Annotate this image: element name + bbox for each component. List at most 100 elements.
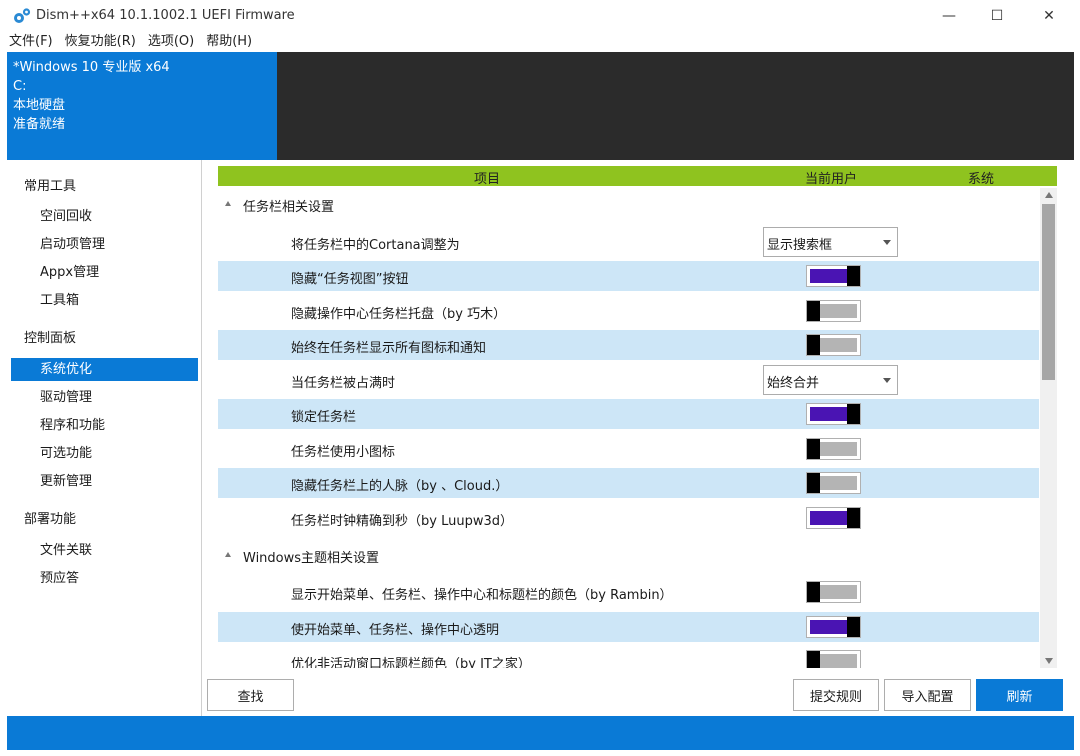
close-button[interactable]: ✕ [1026, 0, 1072, 32]
toggle-switch[interactable] [806, 507, 861, 529]
sidebar-item-appx[interactable]: Appx管理 [11, 261, 198, 284]
toggle-switch[interactable] [806, 650, 861, 668]
close-icon: ✕ [1043, 8, 1055, 24]
sidebar-item-programs[interactable]: 程序和功能 [11, 414, 198, 437]
chevron-down-icon [883, 378, 891, 383]
toggle-knob [807, 473, 820, 493]
toggle-knob [847, 508, 860, 528]
cortana-dropdown[interactable]: 显示搜索框 [763, 227, 898, 257]
group-windows-theme[interactable]: Windows主题相关设置 [218, 539, 1039, 573]
sidebar-item-system-optimize[interactable]: 系统优化 [11, 358, 198, 381]
maximize-icon: ☐ [990, 8, 1004, 24]
nav-category-common-tools: 常用工具 [24, 179, 77, 194]
list-item: 使开始菜单、任务栏、操作中心透明 [218, 612, 1039, 642]
toggle-switch[interactable] [806, 581, 861, 603]
toggle-knob [847, 266, 860, 286]
sidebar-item-file-assoc[interactable]: 文件关联 [11, 539, 198, 562]
session-info-panel[interactable]: *Windows 10 专业版 x64 C: 本地硬盘 准备就绪 [7, 52, 277, 160]
toggle-knob [807, 439, 820, 459]
table-header: 项目 当前用户 系统 [218, 166, 1057, 187]
sidebar-item-drivers[interactable]: 驱动管理 [11, 386, 198, 409]
list-item: 优化非活动窗口标题栏颜色（by IT之家） [218, 646, 1039, 668]
disk-type: 本地硬盘 [13, 98, 66, 113]
setting-label: 使开始菜单、任务栏、操作中心透明 [291, 623, 500, 638]
list-item: 任务栏时钟精确到秒（by Luupw3d） [218, 503, 1039, 533]
toggle-switch[interactable] [806, 334, 861, 356]
status-bar [7, 716, 1074, 750]
group-taskbar[interactable]: 任务栏相关设置 [218, 188, 1039, 222]
gears-icon [14, 8, 31, 23]
menu-file[interactable]: 文件(F) [0, 32, 56, 52]
status-text: 准备就绪 [13, 117, 66, 132]
taskbar-full-dropdown[interactable]: 始终合并 [763, 365, 898, 395]
sidebar-item-updates[interactable]: 更新管理 [11, 470, 198, 493]
setting-label: 始终在任务栏显示所有图标和通知 [291, 341, 487, 356]
scroll-down-icon[interactable] [1045, 658, 1053, 664]
group-label: Windows主题相关设置 [243, 551, 380, 566]
scroll-thumb[interactable] [1042, 204, 1055, 380]
toggle-knob [807, 335, 820, 355]
toggle-knob [847, 617, 860, 637]
drive-letter: C: [13, 79, 27, 94]
settings-list[interactable]: 任务栏相关设置 将任务栏中的Cortana调整为 显示搜索框 隐藏“任务视图”按… [218, 188, 1039, 668]
header-system: 系统 [968, 172, 995, 187]
dropdown-value: 显示搜索框 [767, 238, 833, 253]
toggle-knob [847, 404, 860, 424]
os-name: *Windows 10 专业版 x64 [13, 60, 170, 75]
toggle-knob [807, 301, 820, 321]
minimize-icon: — [942, 8, 956, 24]
group-label: 任务栏相关设置 [243, 200, 335, 215]
list-item: 始终在任务栏显示所有图标和通知 [218, 330, 1039, 360]
list-item: 将任务栏中的Cortana调整为 显示搜索框 [218, 227, 1039, 257]
collapse-arrow-icon[interactable] [225, 201, 231, 206]
header-current-user: 当前用户 [805, 172, 858, 187]
toggle-switch[interactable] [806, 616, 861, 638]
dropdown-value: 始终合并 [767, 376, 820, 391]
toggle-knob [807, 651, 820, 668]
toggle-switch[interactable] [806, 300, 861, 322]
header-item: 项目 [474, 172, 501, 187]
sidebar-item-startup[interactable]: 启动项管理 [11, 233, 198, 256]
menu-options[interactable]: 选项(O) [139, 32, 197, 52]
setting-label: 锁定任务栏 [291, 410, 357, 425]
submit-rules-button[interactable]: 提交规则 [793, 679, 879, 711]
setting-label: 隐藏任务栏上的人脉（by 、Cloud.） [291, 479, 509, 494]
collapse-arrow-icon[interactable] [225, 552, 231, 557]
list-item: 任务栏使用小图标 [218, 434, 1039, 464]
setting-label: 显示开始菜单、任务栏、操作中心和标题栏的颜色（by Rambin） [291, 588, 673, 603]
minimize-button[interactable]: — [926, 0, 972, 32]
list-item: 锁定任务栏 [218, 399, 1039, 429]
list-item: 隐藏操作中心任务栏托盘（by 巧木） [218, 296, 1039, 326]
import-config-button[interactable]: 导入配置 [884, 679, 971, 711]
setting-label: 隐藏“任务视图”按钮 [291, 272, 409, 287]
sidebar-item-answer-file[interactable]: 预应答 [11, 567, 198, 590]
list-item: 隐藏任务栏上的人脉（by 、Cloud.） [218, 468, 1039, 498]
toggle-knob [807, 582, 820, 602]
toggle-switch[interactable] [806, 472, 861, 494]
sidebar-item-space-cleanup[interactable]: 空间回收 [11, 205, 198, 228]
sidebar-item-toolbox[interactable]: 工具箱 [11, 289, 198, 312]
list-item: 显示开始菜单、任务栏、操作中心和标题栏的颜色（by Rambin） [218, 577, 1039, 607]
session-list-area [277, 52, 1074, 160]
toggle-switch[interactable] [806, 438, 861, 460]
chevron-down-icon [883, 240, 891, 245]
menu-restore[interactable]: 恢复功能(R) [56, 32, 139, 52]
sidebar-item-optional-features[interactable]: 可选功能 [11, 442, 198, 465]
maximize-button[interactable]: ☐ [974, 0, 1020, 32]
optimize-panel: 项目 当前用户 系统 任务栏相关设置 将任务栏中的Cortana调整为 显示搜索… [203, 160, 1074, 716]
toggle-switch[interactable] [806, 265, 861, 287]
scroll-up-icon[interactable] [1045, 192, 1053, 198]
setting-label: 任务栏时钟精确到秒（by Luupw3d） [291, 514, 513, 529]
menu-bar: 文件(F) 恢复功能(R) 选项(O) 帮助(H) [0, 32, 1080, 52]
setting-label: 任务栏使用小图标 [291, 445, 396, 460]
vertical-scrollbar[interactable] [1040, 188, 1057, 668]
menu-help[interactable]: 帮助(H) [197, 32, 255, 52]
sidebar: 常用工具 空间回收 启动项管理 Appx管理 工具箱 控制面板 系统优化 驱动管… [7, 160, 202, 716]
nav-category-control-panel: 控制面板 [24, 331, 77, 346]
setting-label: 将任务栏中的Cortana调整为 [291, 238, 460, 253]
toggle-switch[interactable] [806, 403, 861, 425]
find-button[interactable]: 查找 [207, 679, 294, 711]
title-bar: Dism++x64 10.1.1002.1 UEFI Firmware — ☐ … [0, 0, 1080, 32]
setting-label: 当任务栏被占满时 [291, 376, 396, 391]
refresh-button[interactable]: 刷新 [976, 679, 1063, 711]
